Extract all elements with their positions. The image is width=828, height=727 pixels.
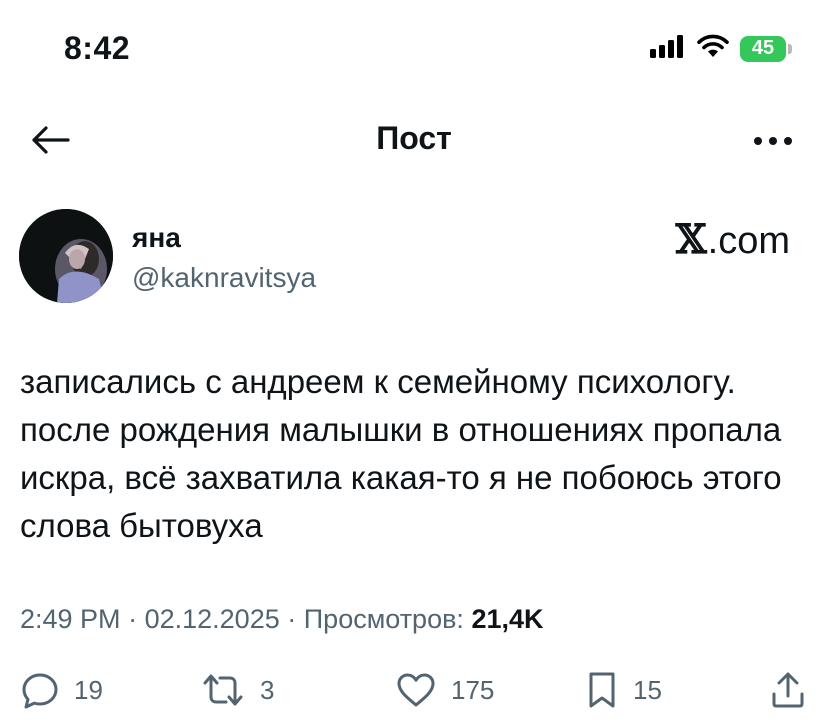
share-button[interactable]	[770, 670, 806, 710]
wifi-icon	[696, 34, 730, 63]
views-label: Просмотров:	[303, 604, 464, 634]
like-count: 175	[451, 674, 495, 705]
tweet-actions: 19 3 175 15	[0, 670, 828, 720]
bookmark-button[interactable]: 15	[585, 670, 662, 710]
tweet-date[interactable]: 02.12.2025	[145, 604, 280, 634]
tweet-meta: 2:49 PM · 02.12.2025 · Просмотров: 21,4K	[20, 604, 544, 635]
views-count[interactable]: 21,4K	[471, 604, 543, 634]
avatar[interactable]	[19, 209, 113, 303]
share-icon	[770, 670, 806, 710]
page-title: Пост	[376, 120, 452, 156]
retweet-button[interactable]: 3	[200, 670, 274, 710]
battery-icon: 45	[740, 35, 792, 62]
x-logo-icon: 𝕏	[675, 216, 707, 263]
tweet-text: записались с андреем к семейному психоло…	[20, 363, 782, 544]
reply-button[interactable]: 19	[20, 670, 103, 710]
bookmark-icon	[585, 670, 619, 710]
battery-level: 45	[740, 35, 786, 62]
author-handle[interactable]: @kaknravitsya	[132, 262, 316, 294]
meta-separator: ·	[128, 604, 138, 634]
battery-cap	[788, 43, 792, 54]
tweet-time[interactable]: 2:49 PM	[20, 604, 121, 634]
x-com-watermark: 𝕏 .com	[676, 216, 790, 263]
more-horizontal-icon	[753, 133, 793, 151]
retweet-count: 3	[260, 674, 275, 705]
like-button[interactable]: 175	[395, 670, 494, 710]
heart-icon	[395, 670, 437, 710]
author-display-name[interactable]: яна	[132, 222, 181, 254]
reply-count: 19	[74, 674, 103, 705]
cellular-signal-icon	[650, 34, 686, 63]
retweet-icon	[200, 670, 246, 710]
bookmark-count: 15	[633, 674, 662, 705]
avatar-image	[19, 209, 113, 303]
status-icons: 45	[650, 34, 792, 63]
meta-separator: ·	[287, 604, 297, 634]
more-options-button[interactable]	[748, 120, 798, 164]
reply-icon	[20, 670, 60, 710]
status-time: 8:42	[64, 30, 131, 66]
watermark-text: .com	[707, 220, 790, 262]
